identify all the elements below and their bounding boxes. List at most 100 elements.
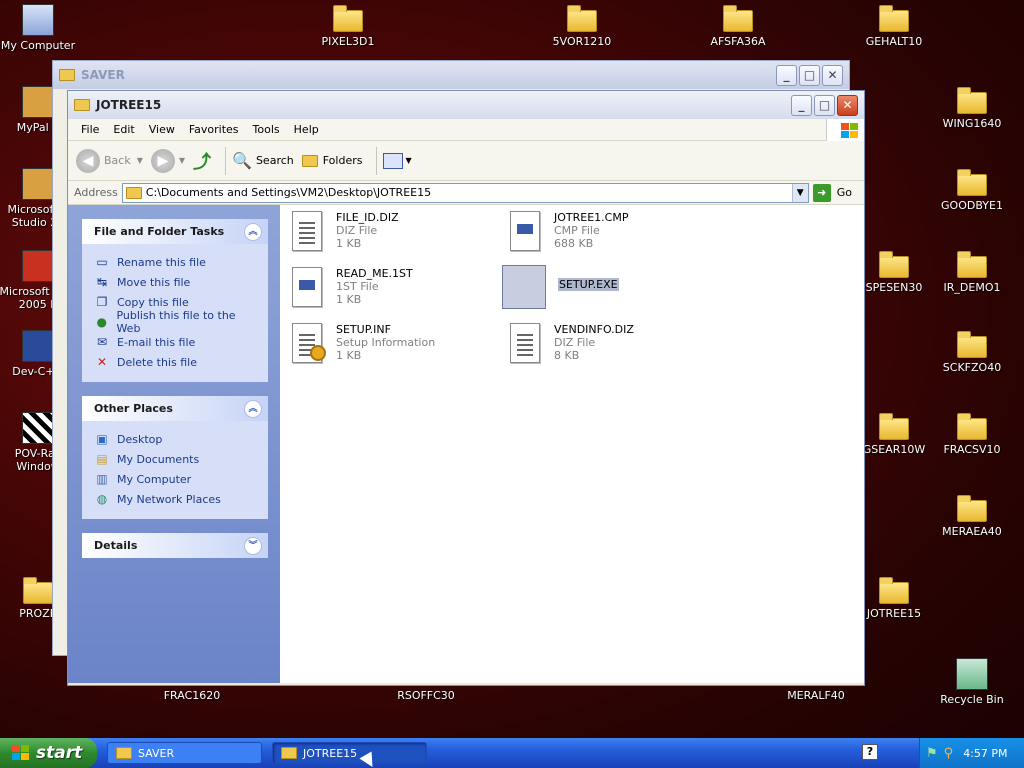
expand-icon[interactable]: ︾ bbox=[244, 536, 262, 555]
file-name: FILE_ID.DIZ bbox=[336, 211, 399, 224]
desktop-icon-gehalt10[interactable]: GEHALT10 bbox=[854, 4, 934, 48]
povray-icon bbox=[22, 412, 54, 444]
task-email[interactable]: ✉ E-mail this file bbox=[94, 332, 258, 352]
desktop-icon-recycle-bin[interactable]: Recycle Bin bbox=[932, 658, 1012, 706]
place-my-computer[interactable]: ▥ My Computer bbox=[94, 469, 258, 489]
file-item[interactable]: SETUP.INF Setup Information 1 KB bbox=[288, 321, 498, 367]
file-folder-tasks-header[interactable]: File and Folder Tasks ︽ bbox=[82, 219, 268, 244]
folder-icon bbox=[567, 5, 597, 32]
desktop-icon-meraea40[interactable]: MERAEA40 bbox=[932, 494, 1012, 538]
file-size: 1 KB bbox=[336, 237, 362, 250]
search-tray-icon[interactable]: ⚲ bbox=[944, 746, 954, 761]
menu-edit[interactable]: Edit bbox=[106, 123, 141, 136]
back-button[interactable]: ◀ Back ▼ bbox=[76, 148, 143, 173]
task-delete[interactable]: ✕ Delete this file bbox=[94, 352, 258, 372]
desktop-icon-label: WING1640 bbox=[942, 117, 1002, 130]
desktop-icon-sckfzo40[interactable]: SCKFZO40 bbox=[932, 330, 1012, 374]
minimize-button[interactable]: _ bbox=[776, 64, 797, 86]
file-item[interactable]: READ_ME.1ST 1ST File 1 KB bbox=[288, 265, 498, 311]
go-button[interactable]: ➜ Go bbox=[809, 183, 864, 202]
explorer-window[interactable]: JOTREE15 _ □ ✕ File Edit View Favorites … bbox=[67, 90, 865, 686]
folder-icon bbox=[879, 577, 909, 604]
other-places-header[interactable]: Other Places ︽ bbox=[82, 396, 268, 421]
taskbar-button-saver[interactable]: SAVER bbox=[107, 742, 262, 764]
desktop-icon-goodbye1[interactable]: GOODBYE1 bbox=[932, 168, 1012, 212]
close-button[interactable]: ✕ bbox=[822, 64, 843, 86]
file-item[interactable]: FILE_ID.DIZ DIZ File 1 KB bbox=[288, 209, 498, 255]
desktop-icon-spesen30[interactable]: SPESEN30 bbox=[854, 250, 934, 294]
task-publish[interactable]: ● Publish this file to the Web bbox=[94, 309, 258, 335]
menu-tools[interactable]: Tools bbox=[246, 123, 287, 136]
address-input[interactable]: C:\Documents and Settings\VM2\Desktop\JO… bbox=[121, 182, 809, 203]
search-button[interactable]: 🔍 Search bbox=[232, 151, 294, 170]
address-dropdown-button[interactable]: ▼ bbox=[791, 183, 808, 202]
email-icon: ✉ bbox=[96, 335, 108, 349]
clock[interactable]: 4:57 PM bbox=[963, 747, 1007, 760]
close-button[interactable]: ✕ bbox=[837, 94, 858, 116]
file-item[interactable]: SETUP.EXE bbox=[502, 265, 712, 311]
chevron-down-icon: ▼ bbox=[405, 156, 412, 165]
maximize-button[interactable]: □ bbox=[799, 64, 820, 86]
maximize-button[interactable]: □ bbox=[814, 94, 835, 116]
desktop-icon-jotree15[interactable]: JOTREE15 bbox=[854, 576, 934, 620]
go-arrow-icon: ➜ bbox=[812, 183, 831, 202]
folder-icon bbox=[333, 5, 363, 32]
file-name: READ_ME.1ST bbox=[336, 267, 413, 280]
saver-window-title: SAVER bbox=[81, 68, 125, 82]
folders-button[interactable]: Folders bbox=[301, 154, 362, 167]
desktop-icon-gsear10w[interactable]: GSEAR10W bbox=[854, 412, 934, 456]
start-label: start bbox=[36, 743, 83, 763]
desktop-icon-pixel3d1[interactable]: PIXEL3D1 bbox=[308, 4, 388, 48]
menu-file[interactable]: File bbox=[74, 123, 106, 136]
mypal-icon bbox=[22, 86, 54, 118]
desktop-icon-afsfa36a[interactable]: AFSFA36A bbox=[698, 4, 778, 48]
taskbar-button-jotree15[interactable]: JOTREE15 bbox=[272, 742, 427, 764]
file-type: CMP File bbox=[554, 224, 600, 237]
menu-bar: File Edit View Favorites Tools Help bbox=[68, 119, 864, 141]
task-rename[interactable]: ▭ Rename this file bbox=[94, 252, 258, 272]
folder-icon bbox=[957, 331, 987, 358]
desktop-icon-fracsv10[interactable]: FRACSV10 bbox=[932, 412, 1012, 456]
place-desktop[interactable]: ▣ Desktop bbox=[94, 429, 258, 449]
minimize-button[interactable]: _ bbox=[791, 94, 812, 116]
up-folder-button[interactable]: ⤴ bbox=[193, 148, 211, 174]
menu-favorites[interactable]: Favorites bbox=[182, 123, 246, 136]
text-document-icon bbox=[506, 321, 546, 367]
details-header[interactable]: Details ︾ bbox=[82, 533, 268, 558]
start-button[interactable]: start bbox=[0, 738, 97, 768]
file-size: 1 KB bbox=[336, 293, 362, 306]
file-name: VENDINFO.DIZ bbox=[554, 323, 634, 336]
address-path: C:\Documents and Settings\VM2\Desktop\JO… bbox=[145, 186, 432, 199]
desktop-icon-5vor1210[interactable]: 5VOR1210 bbox=[542, 4, 622, 48]
menu-help[interactable]: Help bbox=[287, 123, 326, 136]
collapse-icon[interactable]: ︽ bbox=[244, 399, 262, 418]
file-size: 8 KB bbox=[554, 349, 580, 362]
desktop-icon-label: MERAEA40 bbox=[942, 525, 1002, 538]
desktop-icon-label: SCKFZO40 bbox=[942, 361, 1002, 374]
desktop-icon-label: FRAC1620 bbox=[163, 689, 221, 702]
place-my-network[interactable]: ◍ My Network Places bbox=[94, 489, 258, 509]
place-my-documents[interactable]: ▤ My Documents bbox=[94, 449, 258, 469]
globe-icon: ● bbox=[96, 315, 107, 329]
task-move[interactable]: ↹ Move this file bbox=[94, 272, 258, 292]
collapse-icon[interactable]: ︽ bbox=[244, 222, 262, 241]
file-type: Setup Information bbox=[336, 336, 436, 349]
desktop-icon-ir-demo1[interactable]: IR_DEMO1 bbox=[932, 250, 1012, 294]
forward-button[interactable]: ▶ ▼ bbox=[150, 148, 185, 173]
explorer-titlebar[interactable]: JOTREE15 _ □ ✕ bbox=[68, 91, 864, 119]
network-tray-icon[interactable]: ⚑ bbox=[926, 746, 938, 761]
desktop-icon-wing1640[interactable]: WING1640 bbox=[932, 86, 1012, 130]
file-item[interactable]: VENDINFO.DIZ DIZ File 8 KB bbox=[506, 321, 716, 367]
desktop-icon-label: GEHALT10 bbox=[865, 35, 923, 48]
desktop-icon-my-computer[interactable]: My Computer bbox=[0, 4, 78, 52]
folder-icon bbox=[957, 87, 987, 114]
address-label: Address bbox=[74, 186, 118, 199]
help-tray-icon[interactable]: ? bbox=[862, 744, 878, 760]
desktop-icon-label: JOTREE15 bbox=[866, 607, 922, 620]
saver-titlebar[interactable]: SAVER _ □ ✕ bbox=[53, 61, 849, 89]
folder-icon bbox=[281, 747, 297, 759]
folders-icon bbox=[301, 154, 318, 167]
menu-view[interactable]: View bbox=[142, 123, 182, 136]
views-button[interactable]: ▼ bbox=[383, 152, 412, 169]
file-item[interactable]: JOTREE1.CMP CMP File 688 KB bbox=[506, 209, 716, 255]
